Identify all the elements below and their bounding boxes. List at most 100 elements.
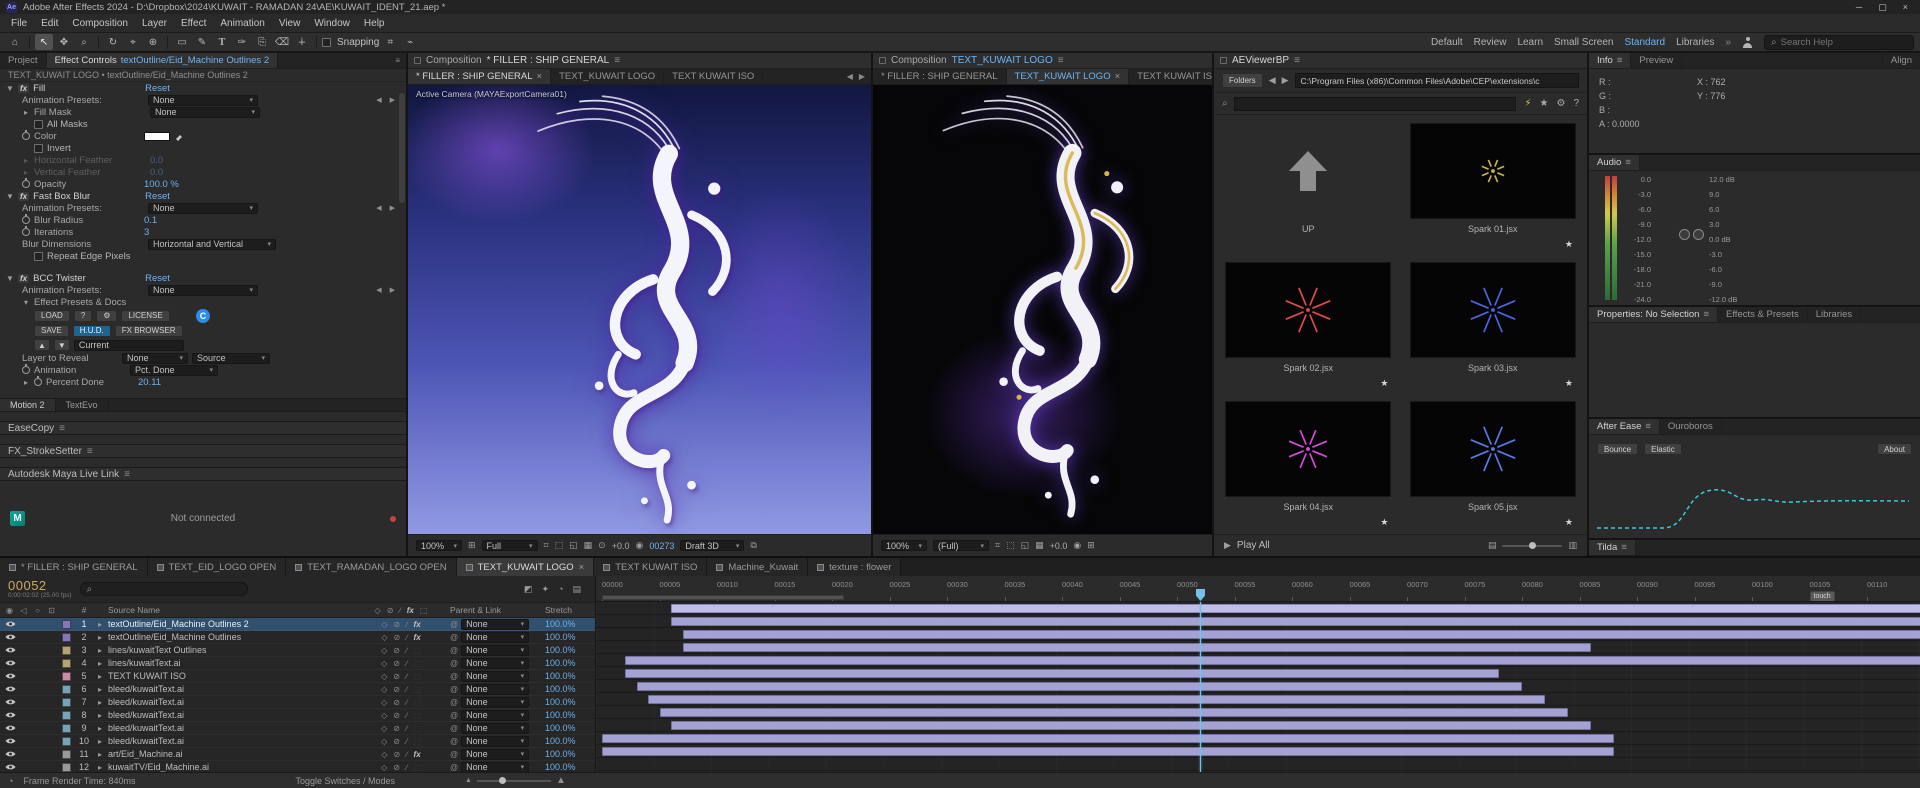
timeline-comp-tab[interactable]: TEXT_EID_LOGO OPEN bbox=[147, 558, 287, 576]
panel-grip-icon[interactable] bbox=[879, 57, 886, 64]
tab-info[interactable]: Info ≡ bbox=[1589, 53, 1632, 68]
layer-twirl-icon[interactable]: ▸ bbox=[94, 672, 106, 681]
viewer-item-script[interactable]: Spark 05.jsx ★ bbox=[1401, 395, 1586, 534]
visibility-eye-icon[interactable] bbox=[4, 763, 16, 771]
layer-label-color[interactable] bbox=[61, 710, 71, 720]
rotation-tool-icon[interactable]: ⌖ bbox=[124, 34, 142, 50]
audio-left-slider-knob[interactable] bbox=[1679, 229, 1690, 240]
timeline-layer-bar[interactable] bbox=[671, 721, 1591, 730]
animation-presets-dropdown[interactable]: None ▾ bbox=[148, 94, 258, 106]
layer-switches[interactable]: ◇ ⊘ ∕ ⬚ bbox=[355, 737, 447, 746]
layer-name[interactable]: bleed/kuwaitText.ai bbox=[106, 684, 355, 694]
shape-tool-icon[interactable]: ▭ bbox=[173, 34, 191, 50]
list-view-icon[interactable]: ▤ bbox=[1488, 540, 1497, 551]
parent-link-dropdown[interactable]: @ None ▾ bbox=[447, 696, 539, 708]
visibility-eye-icon[interactable] bbox=[4, 646, 16, 654]
stretch-value[interactable]: 100.0% bbox=[539, 762, 595, 772]
timeline-layer-bar[interactable] bbox=[625, 669, 1499, 678]
percent-done-value[interactable]: 20.11 bbox=[138, 377, 161, 388]
composition-mini-flowchart-icon[interactable]: ◩ bbox=[524, 584, 533, 595]
parent-link-dropdown[interactable]: @ None ▾ bbox=[447, 722, 539, 734]
timeline-layer-bar[interactable] bbox=[602, 734, 1614, 743]
save-button[interactable]: SAVE bbox=[34, 324, 69, 337]
twirl-icon[interactable]: ▼ bbox=[6, 192, 14, 201]
pan-behind-tool-icon[interactable]: ⊕ bbox=[144, 34, 162, 50]
zoom-in-mountain-icon[interactable]: ▲ bbox=[556, 775, 566, 786]
panel-menu-icon[interactable]: ≡ bbox=[395, 56, 400, 65]
parent-link-dropdown[interactable]: @ None ▾ bbox=[447, 761, 539, 772]
layer-name[interactable]: textOutline/Eid_Machine Outlines 2 bbox=[106, 619, 355, 629]
minimize-icon[interactable]: ─ bbox=[1856, 2, 1862, 13]
help-search-box[interactable]: ⌕ bbox=[1764, 34, 1914, 50]
favorite-star-icon[interactable]: ★ bbox=[1565, 239, 1573, 250]
pickwhip-icon[interactable]: @ bbox=[450, 685, 458, 694]
tab-after-ease[interactable]: After Ease ≡ bbox=[1589, 419, 1660, 434]
timeline-comp-tab[interactable]: TEXT KUWAIT ISO bbox=[594, 558, 708, 576]
panel-menu-icon[interactable]: ≡ bbox=[1058, 55, 1064, 66]
effect-header-bcc-twister[interactable]: ▼ fx BCC Twister Reset bbox=[0, 272, 406, 284]
layer-label-color[interactable] bbox=[61, 619, 71, 629]
source-dropdown[interactable]: Source ▾ bbox=[192, 352, 270, 364]
preset-nav-icons[interactable]: ◀ ▶ bbox=[376, 96, 400, 104]
layer-switches[interactable]: ◇ ⊘ ∕ ⬚ bbox=[355, 659, 447, 668]
layer-row[interactable]: 10 ▸ bleed/kuwaitText.ai ◇ ⊘ ∕ ⬚ @ None ▾ 100.0% bbox=[0, 735, 595, 748]
timeline-layer-bar[interactable] bbox=[671, 604, 1920, 613]
eyedropper-icon[interactable] bbox=[174, 131, 184, 141]
invert-checkbox[interactable] bbox=[34, 143, 43, 153]
visibility-eye-icon[interactable] bbox=[4, 633, 16, 641]
layer-label-color[interactable] bbox=[61, 658, 71, 668]
help-search-input[interactable] bbox=[1780, 36, 1907, 48]
mask-visibility-icon[interactable]: ⬚ bbox=[555, 540, 564, 551]
transparency-grid-icon[interactable]: ▦ bbox=[584, 540, 593, 551]
layer-to-reveal-dropdown[interactable]: None ▾ bbox=[122, 352, 188, 364]
fx-icon[interactable]: fx bbox=[18, 273, 30, 283]
color-swatch[interactable] bbox=[144, 131, 170, 141]
stretch-value[interactable]: 100.0% bbox=[539, 619, 595, 629]
layer-switches[interactable]: ◇ ⊘ ∕ fx bbox=[355, 633, 447, 642]
visibility-eye-icon[interactable] bbox=[4, 685, 16, 693]
viewer-tab[interactable]: TEXT_KUWAIT LOGO bbox=[551, 69, 665, 84]
layer-switches[interactable]: ◇ ⊘ ∕ ⬚ bbox=[355, 763, 447, 772]
viewer-item-script[interactable]: Spark 03.jsx ★ bbox=[1401, 256, 1586, 395]
panel-grip-icon[interactable] bbox=[414, 57, 421, 64]
stopwatch-icon[interactable] bbox=[22, 226, 30, 236]
visibility-eye-icon[interactable] bbox=[4, 659, 16, 667]
preset-nav-icons[interactable]: ◀ ▶ bbox=[376, 286, 400, 294]
fx-strokesetter-panel-header[interactable]: FX_StrokeSetter ≡ bbox=[0, 444, 406, 458]
visibility-eye-icon[interactable] bbox=[4, 750, 16, 758]
favorites-star-icon[interactable]: ★ bbox=[1540, 98, 1549, 109]
composition-viewport[interactable]: Active Camera (MAYAExportCamera01) bbox=[408, 85, 871, 534]
menu-animation[interactable]: Animation bbox=[213, 18, 271, 29]
pickwhip-icon[interactable]: @ bbox=[450, 711, 458, 720]
layer-label-color[interactable] bbox=[61, 762, 71, 772]
layer-switches[interactable]: ◇ ⊘ ∕ ⬚ bbox=[355, 685, 447, 694]
composition-panel-header[interactable]: Composition TEXT_KUWAIT LOGO ≡ bbox=[873, 53, 1212, 69]
layer-row[interactable]: 12 ▸ kuwaitTV/Eid_Machine.ai ◇ ⊘ ∕ ⬚ @ None ▾ 100.… bbox=[0, 761, 595, 772]
timeline-layer-bar[interactable] bbox=[636, 682, 1522, 691]
account-icon[interactable] bbox=[1742, 36, 1753, 48]
pickwhip-icon[interactable]: @ bbox=[450, 646, 458, 655]
magnification-dropdown[interactable]: 100% ▾ bbox=[416, 540, 462, 551]
about-button[interactable]: About bbox=[1877, 443, 1912, 455]
stretch-value[interactable]: 100.0% bbox=[539, 723, 595, 733]
camera-view-icon[interactable]: ⊙ bbox=[598, 540, 606, 551]
menu-layer[interactable]: Layer bbox=[135, 18, 174, 29]
visibility-eye-icon[interactable] bbox=[4, 698, 16, 706]
layer-name[interactable]: bleed/kuwaitText.ai bbox=[106, 697, 355, 707]
layer-name[interactable]: art/Eid_Machine.ai bbox=[106, 749, 355, 759]
exposure-value[interactable]: +0.0 bbox=[1050, 541, 1068, 551]
zoom-tool-icon[interactable]: ⌕ bbox=[75, 34, 93, 50]
layer-row[interactable]: 6 ▸ bleed/kuwaitText.ai ◇ ⊘ ∕ ⬚ @ None ▾ 100.0% bbox=[0, 683, 595, 696]
favorite-star-icon[interactable]: ★ bbox=[1380, 378, 1388, 389]
layer-twirl-icon[interactable]: ▸ bbox=[94, 633, 106, 642]
fx-icon[interactable]: fx bbox=[18, 83, 30, 93]
scrollbar[interactable] bbox=[399, 93, 405, 203]
stopwatch-icon[interactable] bbox=[22, 130, 30, 140]
blur-radius-value[interactable]: 0.1 bbox=[144, 215, 157, 226]
layer-row[interactable]: 4 ▸ lines/kuwaitText.ai ◇ ⊘ ∕ ⬚ @ None ▾ 100.0% bbox=[0, 657, 595, 670]
close-icon[interactable]: × bbox=[1903, 2, 1908, 13]
timeline-comp-tab[interactable]: texture : flower bbox=[808, 558, 902, 576]
timeline-search-input[interactable] bbox=[96, 584, 241, 594]
help-icon[interactable]: ? bbox=[1573, 98, 1579, 109]
grid-guides-icon[interactable]: ⊞ bbox=[468, 540, 476, 551]
